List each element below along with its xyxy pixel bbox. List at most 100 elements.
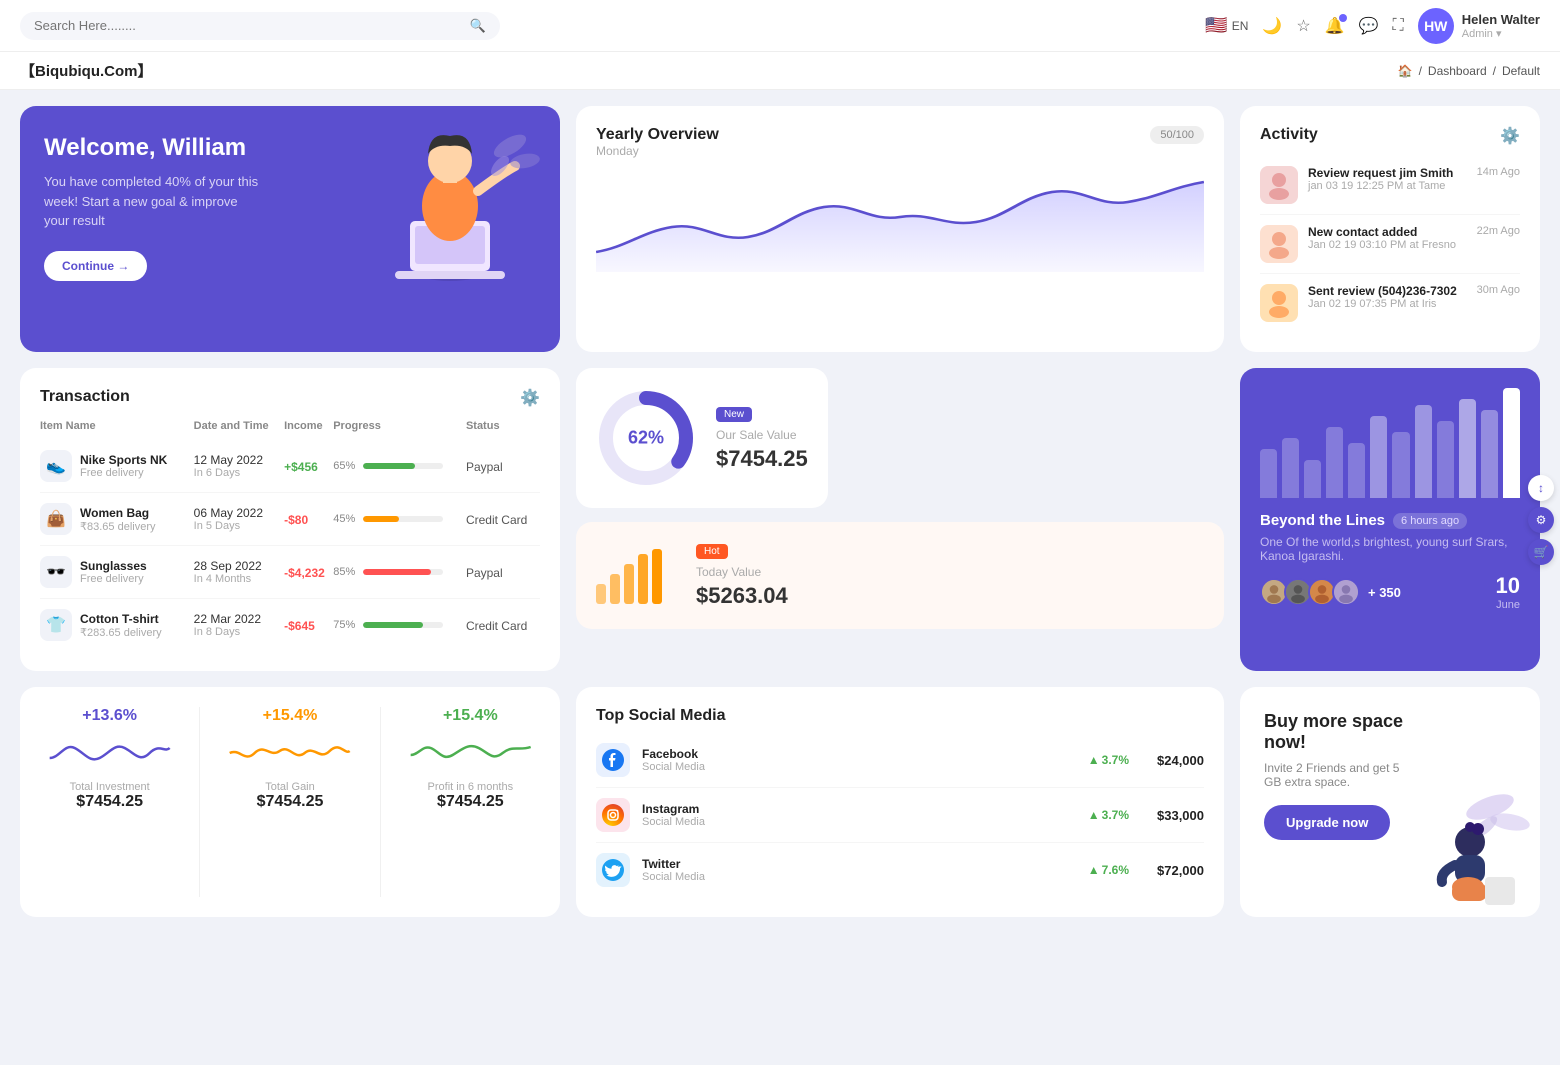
today-bar-chart (596, 544, 676, 607)
bell-icon[interactable]: 🔔 (1325, 16, 1345, 36)
activity-title: Activity (1260, 126, 1318, 144)
stat-investment-value: $7454.25 (76, 793, 143, 811)
item-progress: 75% (333, 619, 466, 631)
welcome-description: You have completed 40% of your this week… (44, 172, 264, 231)
activity-sub-3: Jan 02 19 07:35 PM at Iris (1308, 298, 1467, 310)
home-icon[interactable]: 🏠 (1398, 64, 1413, 78)
beyond-month: June (1496, 599, 1520, 611)
item-cell: 🕶️ Sunglasses Free delivery (40, 556, 194, 588)
item-sub: ₹283.65 delivery (80, 626, 162, 639)
stat-investment: +13.6% Total Investment $7454.25 (40, 707, 179, 897)
activity-settings-icon[interactable]: ⚙️ (1500, 126, 1520, 146)
activity-item-2: New contact added Jan 02 19 03:10 PM at … (1260, 215, 1520, 274)
breadcrumb-bar: 【Biqubiqu.Com】 🏠 / Dashboard / Default (0, 52, 1560, 90)
donut-chart: 62% (596, 388, 696, 488)
item-income: -$645 (284, 619, 315, 633)
instagram-name: Instagram (642, 802, 705, 816)
social-media-card: Top Social Media Facebook Social Media ▲… (576, 687, 1224, 917)
facebook-name: Facebook (642, 747, 705, 761)
search-input[interactable] (34, 18, 462, 33)
breadcrumb-sep: / (1419, 64, 1422, 78)
header-right: 🇺🇸 EN 🌙 ☆ 🔔 💬 ⛶ HW Helen Walter Admin ▾ (1205, 8, 1540, 44)
stat-gain: +15.4% Total Gain $7454.25 (220, 707, 359, 897)
item-cell: 👕 Cotton T-shirt ₹283.65 delivery (40, 609, 194, 641)
notification-badge (1339, 14, 1347, 22)
item-icon: 👜 (40, 503, 72, 535)
yearly-subtitle: Monday (596, 144, 719, 158)
mid-column: 62% New Our Sale Value $7454.25 Hot (576, 368, 1224, 671)
item-icon: 👟 (40, 450, 72, 482)
cart-side-btn[interactable]: 🛒 (1528, 539, 1554, 565)
item-income: -$4,232 (284, 566, 325, 580)
item-cell: 👟 Nike Sports NK Free delivery (40, 450, 194, 482)
table-row: 🕶️ Sunglasses Free delivery 28 Sep 2022 … (40, 546, 540, 599)
donut-label: 62% (628, 428, 664, 449)
star-icon[interactable]: ☆ (1296, 16, 1310, 36)
promo-illustration (1400, 787, 1530, 917)
chat-icon[interactable]: 💬 (1359, 16, 1379, 36)
yearly-badge: 50/100 (1150, 126, 1204, 144)
instagram-amount: $33,000 (1157, 808, 1204, 823)
breadcrumb-dashboard[interactable]: Dashboard (1428, 64, 1487, 78)
stat-investment-label: Total Investment (70, 781, 150, 793)
activity-title-2: New contact added (1308, 225, 1467, 239)
col-income: Income (284, 420, 333, 440)
col-date: Date and Time (194, 420, 284, 440)
activity-avatar-1 (1260, 166, 1298, 204)
search-bar[interactable]: 🔍 (20, 12, 500, 40)
transaction-table: Item Name Date and Time Income Progress … (40, 420, 540, 651)
item-days: In 6 Days (194, 467, 284, 479)
activity-avatar-3 (1260, 284, 1298, 322)
transaction-title: Transaction (40, 388, 130, 406)
upgrade-button[interactable]: Upgrade now (1264, 805, 1390, 840)
item-days: In 4 Months (194, 573, 284, 585)
welcome-illustration (360, 116, 540, 286)
social-media-title: Top Social Media (596, 707, 1204, 725)
table-row: 👟 Nike Sports NK Free delivery 12 May 20… (40, 440, 540, 493)
activity-item-1: Review request jim Smith jan 03 19 12:25… (1260, 156, 1520, 215)
today-label: Today Value (696, 565, 788, 579)
promo-title: Buy more space now! (1264, 711, 1415, 753)
item-progress: 45% (333, 513, 466, 525)
item-date: 06 May 2022 (194, 506, 284, 520)
item-name: Sunglasses (80, 559, 147, 573)
today-badge: Hot (696, 544, 728, 559)
social-twitter: Twitter Social Media ▲ 7.6% $72,000 (596, 843, 1204, 897)
transaction-card: Transaction ⚙️ Item Name Date and Time I… (20, 368, 560, 671)
today-value: $5263.04 (696, 583, 788, 609)
twitter-pct: ▲ 7.6% (1088, 863, 1129, 877)
instagram-sub: Social Media (642, 816, 705, 828)
beyond-card: Beyond the Lines 6 hours ago One Of the … (1240, 368, 1540, 671)
fullscreen-icon[interactable]: ⛶ (1393, 17, 1404, 35)
item-progress: 65% (333, 460, 466, 472)
beyond-plus-count: + 350 (1368, 585, 1401, 600)
moon-icon[interactable]: 🌙 (1262, 16, 1282, 36)
continue-button[interactable]: Continue → (44, 251, 147, 281)
breadcrumb-default: Default (1502, 64, 1540, 78)
scroll-up-btn[interactable]: ↕ (1528, 475, 1554, 501)
transaction-settings-icon[interactable]: ⚙️ (520, 388, 540, 408)
user-name: Helen Walter (1462, 12, 1540, 27)
promo-card: Buy more space now! Invite 2 Friends and… (1240, 687, 1540, 917)
item-name: Cotton T-shirt (80, 612, 162, 626)
item-income: -$80 (284, 513, 308, 527)
twitter-icon (596, 853, 630, 887)
breadcrumb: 🏠 / Dashboard / Default (1398, 64, 1540, 78)
col-status: Status (466, 420, 540, 440)
language-selector[interactable]: 🇺🇸 EN (1205, 15, 1248, 36)
settings-side-btn[interactable]: ⚙ (1528, 507, 1554, 533)
sale-label: Our Sale Value (716, 428, 808, 442)
main-content: Welcome, William You have completed 40% … (0, 90, 1560, 933)
activity-time-3: 30m Ago (1477, 284, 1520, 296)
facebook-sub: Social Media (642, 761, 705, 773)
sidebar-controls: ↕ ⚙ 🛒 (1528, 475, 1554, 565)
item-status: Paypal (466, 566, 503, 580)
user-profile[interactable]: HW Helen Walter Admin ▾ (1418, 8, 1540, 44)
col-progress: Progress (333, 420, 466, 440)
activity-card: Activity ⚙️ Review request jim Smith jan… (1240, 106, 1540, 352)
user-details: Helen Walter Admin ▾ (1462, 12, 1540, 40)
stat-gain-percent: +15.4% (263, 707, 318, 725)
breadcrumb-sep2: / (1493, 64, 1496, 78)
sale-badge: New (716, 407, 752, 422)
item-status: Credit Card (466, 619, 527, 633)
